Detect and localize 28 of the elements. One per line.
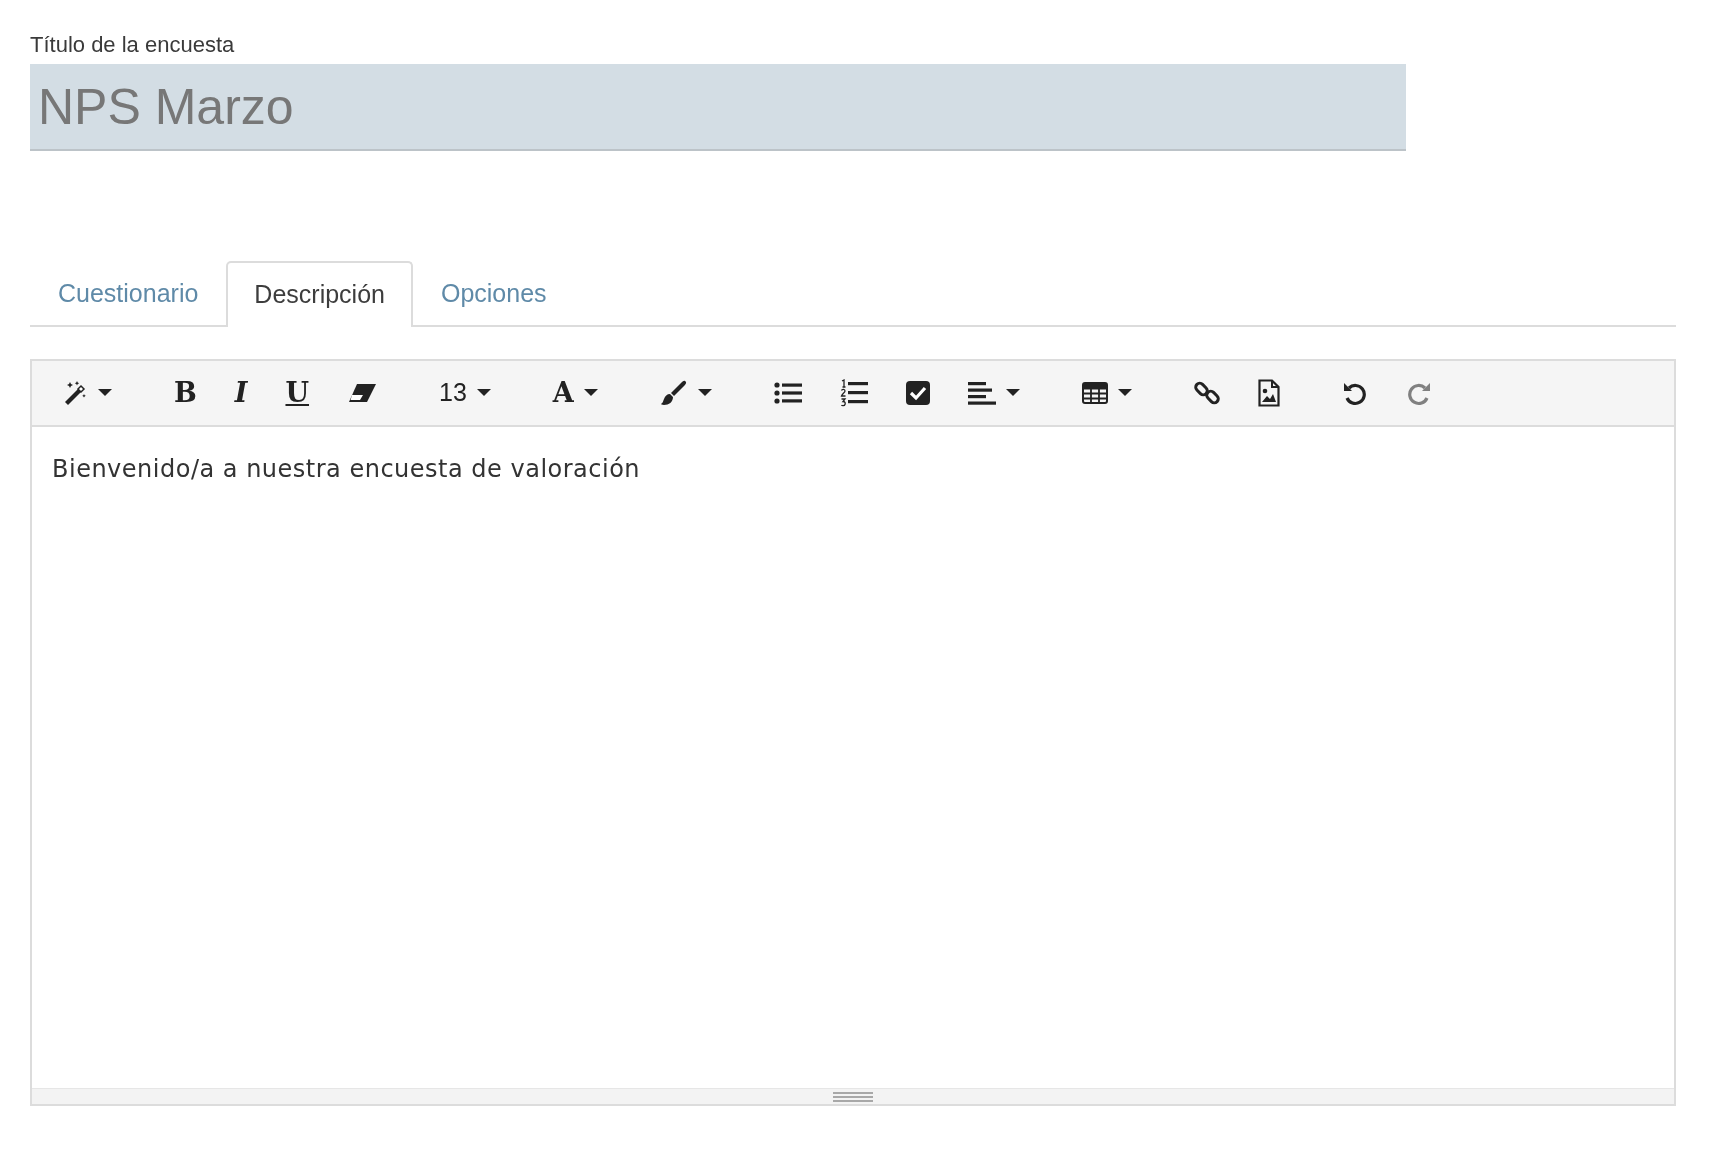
tab[interactable]: Descripción xyxy=(226,261,413,327)
caret-icon xyxy=(583,389,598,397)
caret-icon xyxy=(1005,389,1020,397)
format-button[interactable]: A xyxy=(552,373,598,413)
checkbox-icon xyxy=(905,381,930,405)
caret-icon xyxy=(697,389,712,397)
eraser-icon xyxy=(347,382,377,404)
editor-text: Bienvenido/a a nuestra encuesta de valoración xyxy=(52,454,641,485)
tab[interactable]: Opciones xyxy=(412,261,575,325)
format-button[interactable]: B xyxy=(174,373,197,413)
table-icon xyxy=(1081,382,1108,404)
numbered-list-icon xyxy=(839,379,868,407)
resize-handle[interactable] xyxy=(32,1088,1674,1104)
grip-icon xyxy=(833,1091,873,1102)
caret-icon xyxy=(98,389,112,397)
format-button[interactable]: I xyxy=(234,373,248,413)
link-icon xyxy=(1193,380,1220,406)
caret-icon xyxy=(476,389,491,397)
caret-icon xyxy=(1117,389,1132,397)
tab[interactable]: Cuestionario xyxy=(30,261,227,325)
format-button[interactable]: U xyxy=(285,373,309,413)
field-label: Título de la encuesta xyxy=(30,31,235,59)
undo-icon xyxy=(1341,380,1368,406)
font-size-button[interactable]: 13 xyxy=(439,373,491,413)
image-file-icon xyxy=(1257,379,1280,407)
bulleted-list-icon xyxy=(773,381,802,405)
align-left-icon xyxy=(967,381,996,405)
paintbrush-icon xyxy=(659,379,688,407)
